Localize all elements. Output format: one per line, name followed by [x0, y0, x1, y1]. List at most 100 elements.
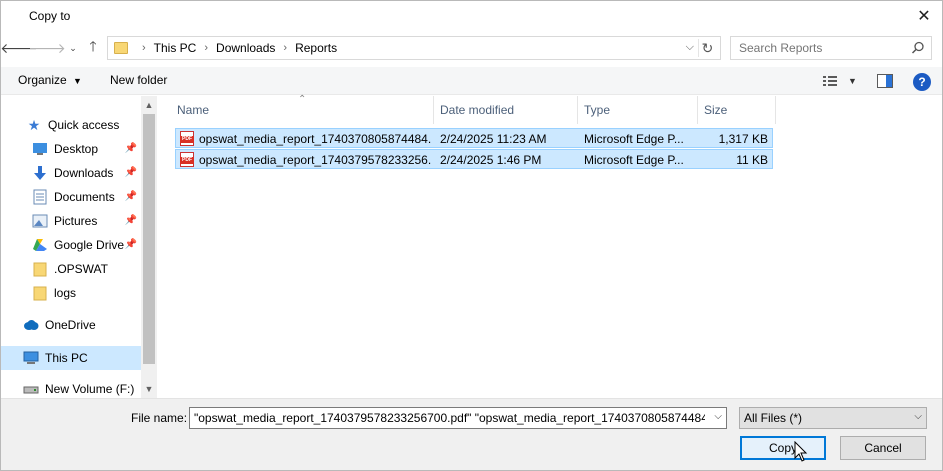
cloud-icon	[23, 317, 39, 333]
refresh-icon[interactable]: ↻	[698, 39, 716, 57]
organize-label: Organize	[18, 73, 67, 87]
sidebar-item-label: Documents	[54, 190, 115, 204]
cancel-button[interactable]: Cancel	[840, 436, 926, 460]
column-header-date[interactable]: Date modified	[434, 96, 578, 124]
mouse-pointer-icon	[794, 441, 808, 462]
pictures-icon	[32, 213, 48, 229]
column-header-name[interactable]: Name	[171, 96, 434, 124]
file-name: opswat_media_report_1740370805874484...	[199, 132, 431, 146]
star-icon: ★	[27, 116, 41, 133]
sidebar-item-label: .OPSWAT	[54, 262, 108, 276]
window-title: Copy to	[29, 9, 71, 23]
file-type-filter[interactable]: All Files (*) ⌵	[739, 407, 927, 429]
file-size: 11 KB	[736, 153, 768, 167]
sidebar-item-label: This PC	[45, 351, 88, 365]
pdf-file-icon	[180, 152, 194, 167]
scrollbar-thumb[interactable]	[143, 114, 155, 364]
breadcrumb-this-pc[interactable]: This PC	[152, 41, 199, 55]
sidebar-item-opswat[interactable]: .OPSWAT	[1, 258, 141, 280]
sidebar-item-label: Downloads	[54, 166, 114, 180]
file-name-input[interactable]	[190, 408, 705, 428]
folder-icon	[32, 285, 48, 301]
copy-button[interactable]: Copy	[740, 436, 826, 460]
pin-icon: 📌	[124, 191, 137, 202]
file-name-label: File name:	[131, 411, 188, 425]
file-name: opswat_media_report_1740379578233256...	[199, 153, 431, 167]
title-bar: Copy to ✕	[1, 1, 942, 31]
file-row[interactable]: opswat_media_report_1740379578233256... …	[175, 149, 773, 169]
chevron-right-icon[interactable]: ›	[204, 42, 208, 54]
copy-to-dialog: Copy to ✕ 🡐 🡒 ⌄ 🡑 › This PC › Downloads …	[0, 0, 943, 471]
file-date: 2/24/2025 11:23 AM	[440, 132, 547, 146]
sidebar-item-label: logs	[54, 286, 77, 300]
sidebar-item-label: Google Drive	[54, 238, 125, 252]
sidebar-item-google-drive[interactable]: Google Drive 📌	[1, 234, 141, 256]
chevron-down-icon[interactable]: ⌵	[686, 41, 694, 54]
search-input[interactable]	[731, 37, 901, 59]
file-type: Microsoft Edge P...	[584, 153, 684, 167]
column-header-type[interactable]: Type	[578, 96, 698, 124]
pin-icon: 📌	[124, 239, 137, 250]
scroll-up-icon[interactable]: ▲	[141, 97, 157, 113]
organize-button[interactable]: Organize ▼	[18, 73, 82, 87]
sidebar-item-label: New Volume (F:)	[45, 382, 135, 396]
forward-arrow-icon[interactable]: 🡒	[28, 38, 66, 58]
pin-icon: 📌	[124, 215, 137, 226]
drive-icon	[23, 381, 39, 397]
breadcrumb-downloads[interactable]: Downloads	[214, 41, 277, 55]
command-bar: Organize ▼ New folder ▼ ?	[1, 67, 942, 95]
sidebar-item-desktop[interactable]: Desktop 📌	[1, 138, 141, 160]
pdf-file-icon	[180, 131, 194, 146]
details-view-icon[interactable]	[822, 74, 838, 88]
sidebar-item-this-pc[interactable]: This PC	[1, 346, 141, 370]
new-folder-button[interactable]: New folder	[110, 73, 167, 87]
sidebar-item-logs[interactable]: logs	[1, 282, 141, 304]
column-header-size[interactable]: Size	[698, 96, 776, 124]
download-icon	[32, 165, 48, 181]
chevron-down-icon[interactable]: ⌵	[914, 411, 922, 422]
computer-icon	[23, 350, 39, 366]
sidebar-item-new-volume[interactable]: New Volume (F:)	[1, 378, 141, 398]
up-arrow-icon[interactable]: 🡑	[83, 38, 103, 58]
documents-icon	[32, 189, 48, 205]
sidebar-item-onedrive[interactable]: OneDrive	[1, 314, 141, 336]
help-icon[interactable]: ?	[913, 73, 931, 91]
sidebar-item-documents[interactable]: Documents 📌	[1, 186, 141, 208]
search-icon[interactable]	[911, 41, 925, 55]
caret-down-icon: ▼	[73, 76, 82, 86]
back-arrow-icon[interactable]: 🡐	[0, 38, 38, 58]
file-type: Microsoft Edge P...	[584, 132, 684, 146]
desktop-icon	[32, 141, 48, 157]
scroll-down-icon[interactable]: ▼	[141, 381, 157, 397]
navigation-bar: 🡐 🡒 ⌄ 🡑 › This PC › Downloads › Reports …	[0, 33, 942, 63]
folder-icon	[32, 261, 48, 277]
google-drive-icon	[32, 237, 48, 253]
caret-down-icon[interactable]: ▼	[848, 76, 857, 86]
sidebar-item-label: Pictures	[54, 214, 98, 228]
file-type-filter-value: All Files (*)	[744, 411, 803, 425]
pin-icon: 📌	[124, 143, 137, 154]
sidebar-item-label: Quick access	[48, 118, 120, 132]
file-row[interactable]: opswat_media_report_1740370805874484... …	[175, 128, 773, 148]
pin-icon: 📌	[124, 167, 137, 178]
preview-pane-icon[interactable]	[877, 74, 893, 88]
navigation-pane: ★ Quick access Desktop 📌 Downloads 📌 Doc…	[1, 96, 157, 398]
sidebar-scrollbar[interactable]: ▲ ▼	[141, 96, 157, 398]
chevron-right-icon[interactable]: ›	[283, 42, 287, 54]
address-bar[interactable]: › This PC › Downloads › Reports ⌵ ↻	[107, 36, 721, 60]
file-name-combobox[interactable]: ⌵	[189, 407, 727, 429]
close-icon[interactable]: ✕	[910, 3, 938, 29]
file-date: 2/24/2025 1:46 PM	[440, 153, 542, 167]
chevron-down-icon[interactable]: ⌵	[714, 411, 722, 422]
sidebar-item-downloads[interactable]: Downloads 📌	[1, 162, 141, 184]
recent-locations-chevron-icon[interactable]: ⌄	[63, 38, 83, 58]
view-options[interactable]: ▼	[822, 72, 857, 90]
folder-icon	[114, 42, 128, 54]
sidebar-item-quick-access[interactable]: ★ Quick access	[1, 114, 141, 136]
chevron-right-icon[interactable]: ›	[142, 42, 146, 54]
sidebar-item-pictures[interactable]: Pictures 📌	[1, 210, 141, 232]
breadcrumb-reports[interactable]: Reports	[293, 41, 339, 55]
sidebar-item-label: OneDrive	[45, 318, 96, 332]
file-size: 1,317 KB	[718, 132, 768, 146]
search-box[interactable]	[730, 36, 932, 60]
